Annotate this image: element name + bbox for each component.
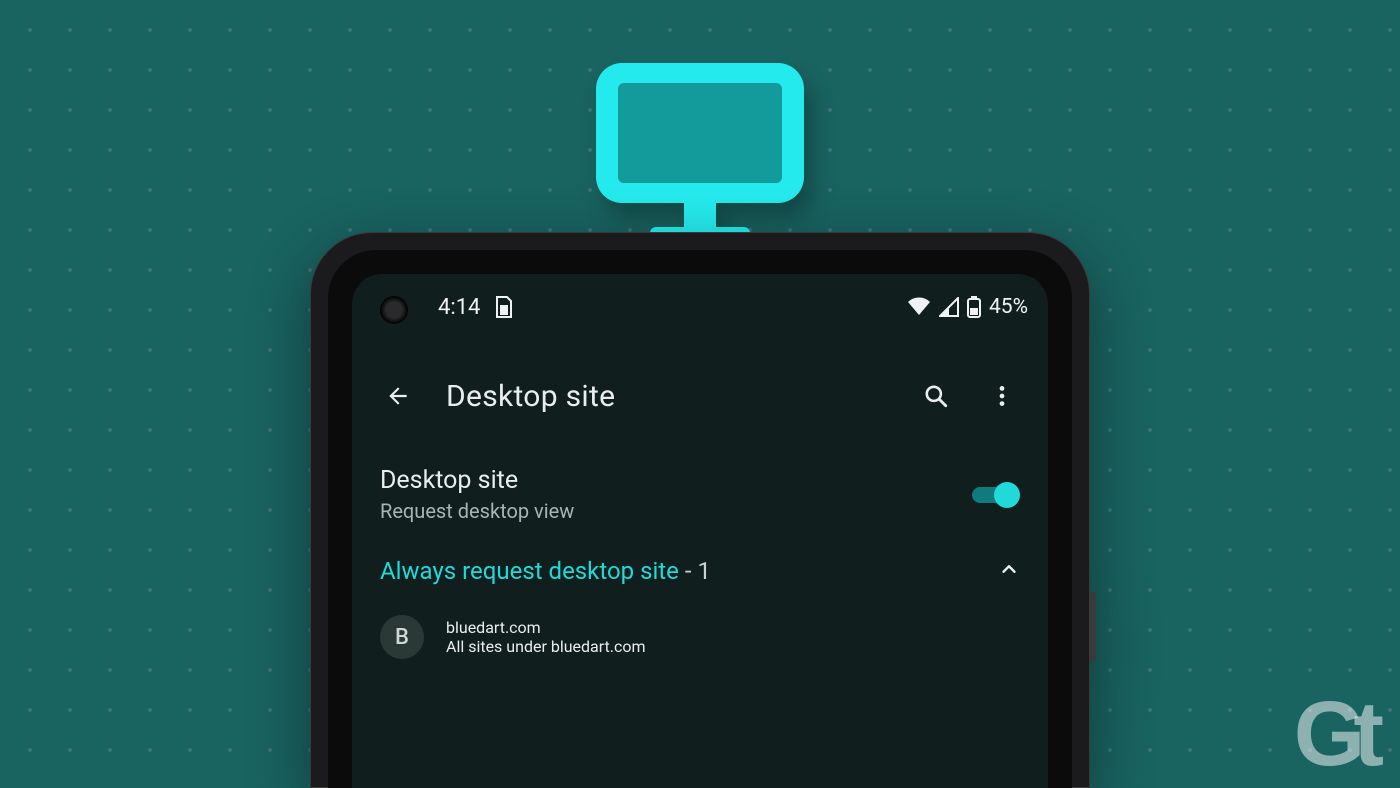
phone-side-button (1090, 592, 1096, 662)
search-button[interactable] (918, 378, 954, 414)
site-domain: bluedart.com (446, 618, 646, 637)
section-count: 1 (698, 557, 712, 585)
monitor-icon (596, 63, 804, 251)
app-bar: Desktop site (352, 366, 1048, 426)
chevron-up-icon (998, 558, 1020, 584)
favicon-letter: B (395, 625, 409, 650)
battery-icon (967, 296, 981, 318)
wifi-icon (907, 297, 931, 317)
desktop-site-toggle-row[interactable]: Desktop site Request desktop view (352, 452, 1048, 537)
page-title: Desktop site (446, 379, 888, 414)
always-request-section-header[interactable]: Always request desktop site - 1 (352, 537, 1048, 601)
phone-frame: 4:14 45% (310, 232, 1090, 788)
battery-percent: 45% (989, 295, 1028, 319)
site-favicon-badge: B (380, 615, 424, 659)
cell-signal-icon (939, 297, 959, 317)
setting-title: Desktop site (380, 466, 954, 495)
status-bar: 4:14 45% (438, 292, 1028, 322)
phone-screen: 4:14 45% (352, 274, 1048, 788)
sim-card-icon (494, 295, 514, 319)
back-button[interactable] (380, 378, 416, 414)
more-button[interactable] (984, 378, 1020, 414)
section-label: Always request desktop site (380, 557, 679, 585)
site-list-item[interactable]: B bluedart.com All sites under bluedart.… (352, 601, 1048, 673)
section-count-sep: - (685, 557, 692, 585)
setting-subtitle: Request desktop view (380, 499, 954, 523)
more-vert-icon (989, 383, 1015, 409)
site-subtitle: All sites under bluedart.com (446, 637, 646, 656)
arrow-left-icon (385, 383, 411, 409)
gt-watermark-logo: Gt (1294, 698, 1372, 772)
search-icon (923, 383, 949, 409)
desktop-site-toggle[interactable] (972, 482, 1020, 508)
punch-hole-camera (380, 296, 408, 324)
status-time: 4:14 (438, 295, 480, 320)
